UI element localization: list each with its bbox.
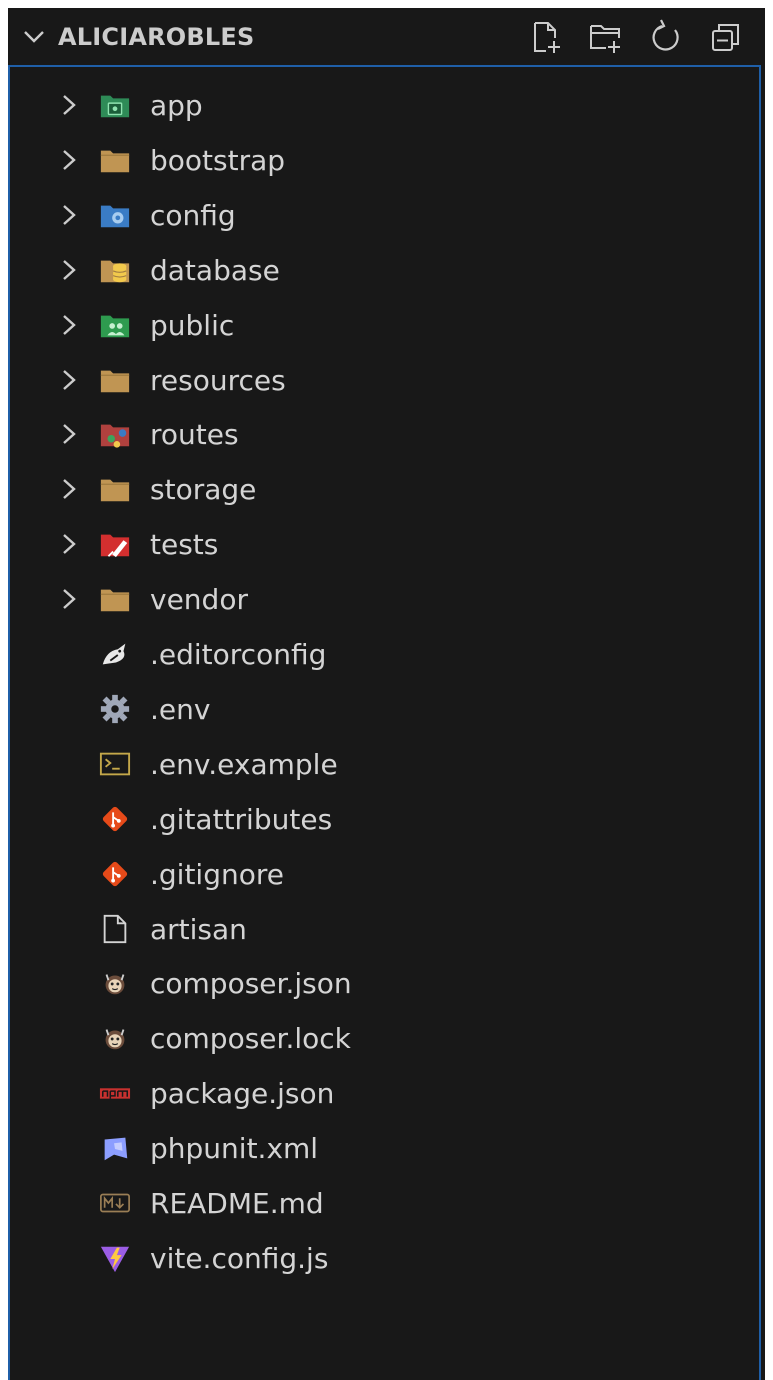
vite-icon: [100, 1246, 130, 1273]
chevron-right-icon[interactable]: [58, 147, 80, 173]
file-label: README.md: [150, 1187, 324, 1220]
folder-icon: [100, 370, 130, 392]
folder-item-config[interactable]: config: [10, 188, 759, 243]
new-folder-icon[interactable]: [587, 18, 625, 56]
file-label: .env.example: [150, 747, 338, 781]
folder-item-routes[interactable]: routes: [10, 407, 759, 462]
file-label: .editorconfig: [150, 638, 327, 671]
collapse-all-icon[interactable]: [707, 18, 745, 56]
explorer-panel: ALICIAROBLES app bootstrap config databa…: [8, 8, 765, 1380]
chevron-right-icon[interactable]: [58, 257, 80, 283]
composer-icon: [105, 1029, 125, 1050]
file-label: phpunit.xml: [150, 1132, 319, 1166]
file-item-artisan[interactable]: artisan: [10, 902, 759, 957]
file-item-env-example[interactable]: .env.example: [10, 737, 759, 792]
folder-item-resources[interactable]: resources: [10, 353, 759, 408]
workspace-title: ALICIAROBLES: [58, 23, 255, 51]
folder-database-icon: [100, 260, 130, 282]
file-item-gitattributes[interactable]: .gitattributes: [10, 792, 759, 847]
refresh-icon[interactable]: [647, 18, 685, 56]
markdown-icon: [100, 1193, 130, 1213]
explorer-header[interactable]: ALICIAROBLES: [8, 8, 765, 66]
folder-item-tests[interactable]: tests: [10, 517, 759, 572]
file-label: vite.config.js: [150, 1241, 329, 1275]
file-label: .env: [150, 692, 211, 726]
folder-label: database: [150, 253, 280, 287]
folder-label: config: [150, 198, 236, 232]
terminal-icon: [99, 752, 131, 776]
file-item-package-json[interactable]: package.json: [10, 1066, 759, 1121]
folder-tests-icon: [100, 534, 130, 558]
folder-label: bootstrap: [150, 143, 286, 177]
git-icon: [102, 806, 128, 831]
folder-item-public[interactable]: public: [10, 298, 759, 353]
chevron-down-icon[interactable]: [20, 23, 48, 51]
folder-label: routes: [150, 418, 239, 452]
file-label: package.json: [150, 1077, 335, 1111]
folder-label: public: [150, 308, 235, 342]
folder-app-icon: [100, 95, 130, 118]
folder-icon: [100, 150, 130, 173]
file-item-gitignore[interactable]: .gitignore: [10, 847, 759, 902]
file-item-env[interactable]: .env: [10, 682, 759, 737]
file-label: artisan: [150, 912, 247, 946]
file-tree: app bootstrap config database public resource…: [8, 65, 761, 1380]
npm-icon: [99, 1088, 131, 1099]
folder-label: vendor: [150, 583, 248, 617]
file-item-phpunit-xml[interactable]: phpunit.xml: [10, 1121, 759, 1176]
folder-icon: [100, 589, 130, 612]
file-item-readme-md[interactable]: README.md: [10, 1176, 759, 1231]
editorconfig-icon: [102, 643, 126, 665]
file-label: .gitattributes: [150, 802, 333, 836]
folder-public-icon: [100, 315, 130, 337]
folder-label: tests: [150, 528, 219, 562]
folder-item-bootstrap[interactable]: bootstrap: [10, 133, 759, 188]
chevron-right-icon[interactable]: [58, 586, 80, 612]
folder-config-icon: [100, 205, 130, 228]
chevron-right-icon[interactable]: [58, 202, 80, 228]
file-item-editorconfig[interactable]: .editorconfig: [10, 627, 759, 682]
chevron-right-icon[interactable]: [58, 531, 80, 557]
folder-label: app: [150, 89, 203, 122]
chevron-right-icon[interactable]: [58, 92, 80, 118]
gear-icon: [100, 694, 130, 724]
folder-item-storage[interactable]: storage: [10, 462, 759, 517]
file-item-vite-config-js[interactable]: vite.config.js: [10, 1231, 759, 1286]
folder-icon: [100, 479, 130, 502]
chevron-right-icon[interactable]: [58, 312, 80, 338]
folder-item-app[interactable]: app: [10, 78, 759, 133]
git-icon: [102, 861, 128, 886]
chevron-right-icon[interactable]: [58, 421, 80, 447]
folder-label: storage: [150, 473, 257, 507]
folder-routes-icon: [100, 424, 130, 449]
folder-label: resources: [150, 363, 286, 397]
file-item-composer-lock[interactable]: composer.lock: [10, 1011, 759, 1066]
file-label: .gitignore: [150, 857, 284, 891]
chevron-right-icon[interactable]: [58, 476, 80, 502]
file-icon: [103, 914, 127, 943]
composer-icon: [105, 974, 125, 995]
folder-item-database[interactable]: database: [10, 243, 759, 298]
chevron-right-icon[interactable]: [58, 367, 80, 393]
file-label: composer.lock: [150, 1022, 351, 1056]
file-item-composer-json[interactable]: composer.json: [10, 956, 759, 1011]
folder-item-vendor[interactable]: vendor: [10, 572, 759, 627]
explorer-actions: [527, 18, 745, 56]
new-file-icon[interactable]: [527, 18, 565, 56]
phpunit-icon: [104, 1137, 128, 1161]
file-label: composer.json: [150, 967, 352, 1001]
